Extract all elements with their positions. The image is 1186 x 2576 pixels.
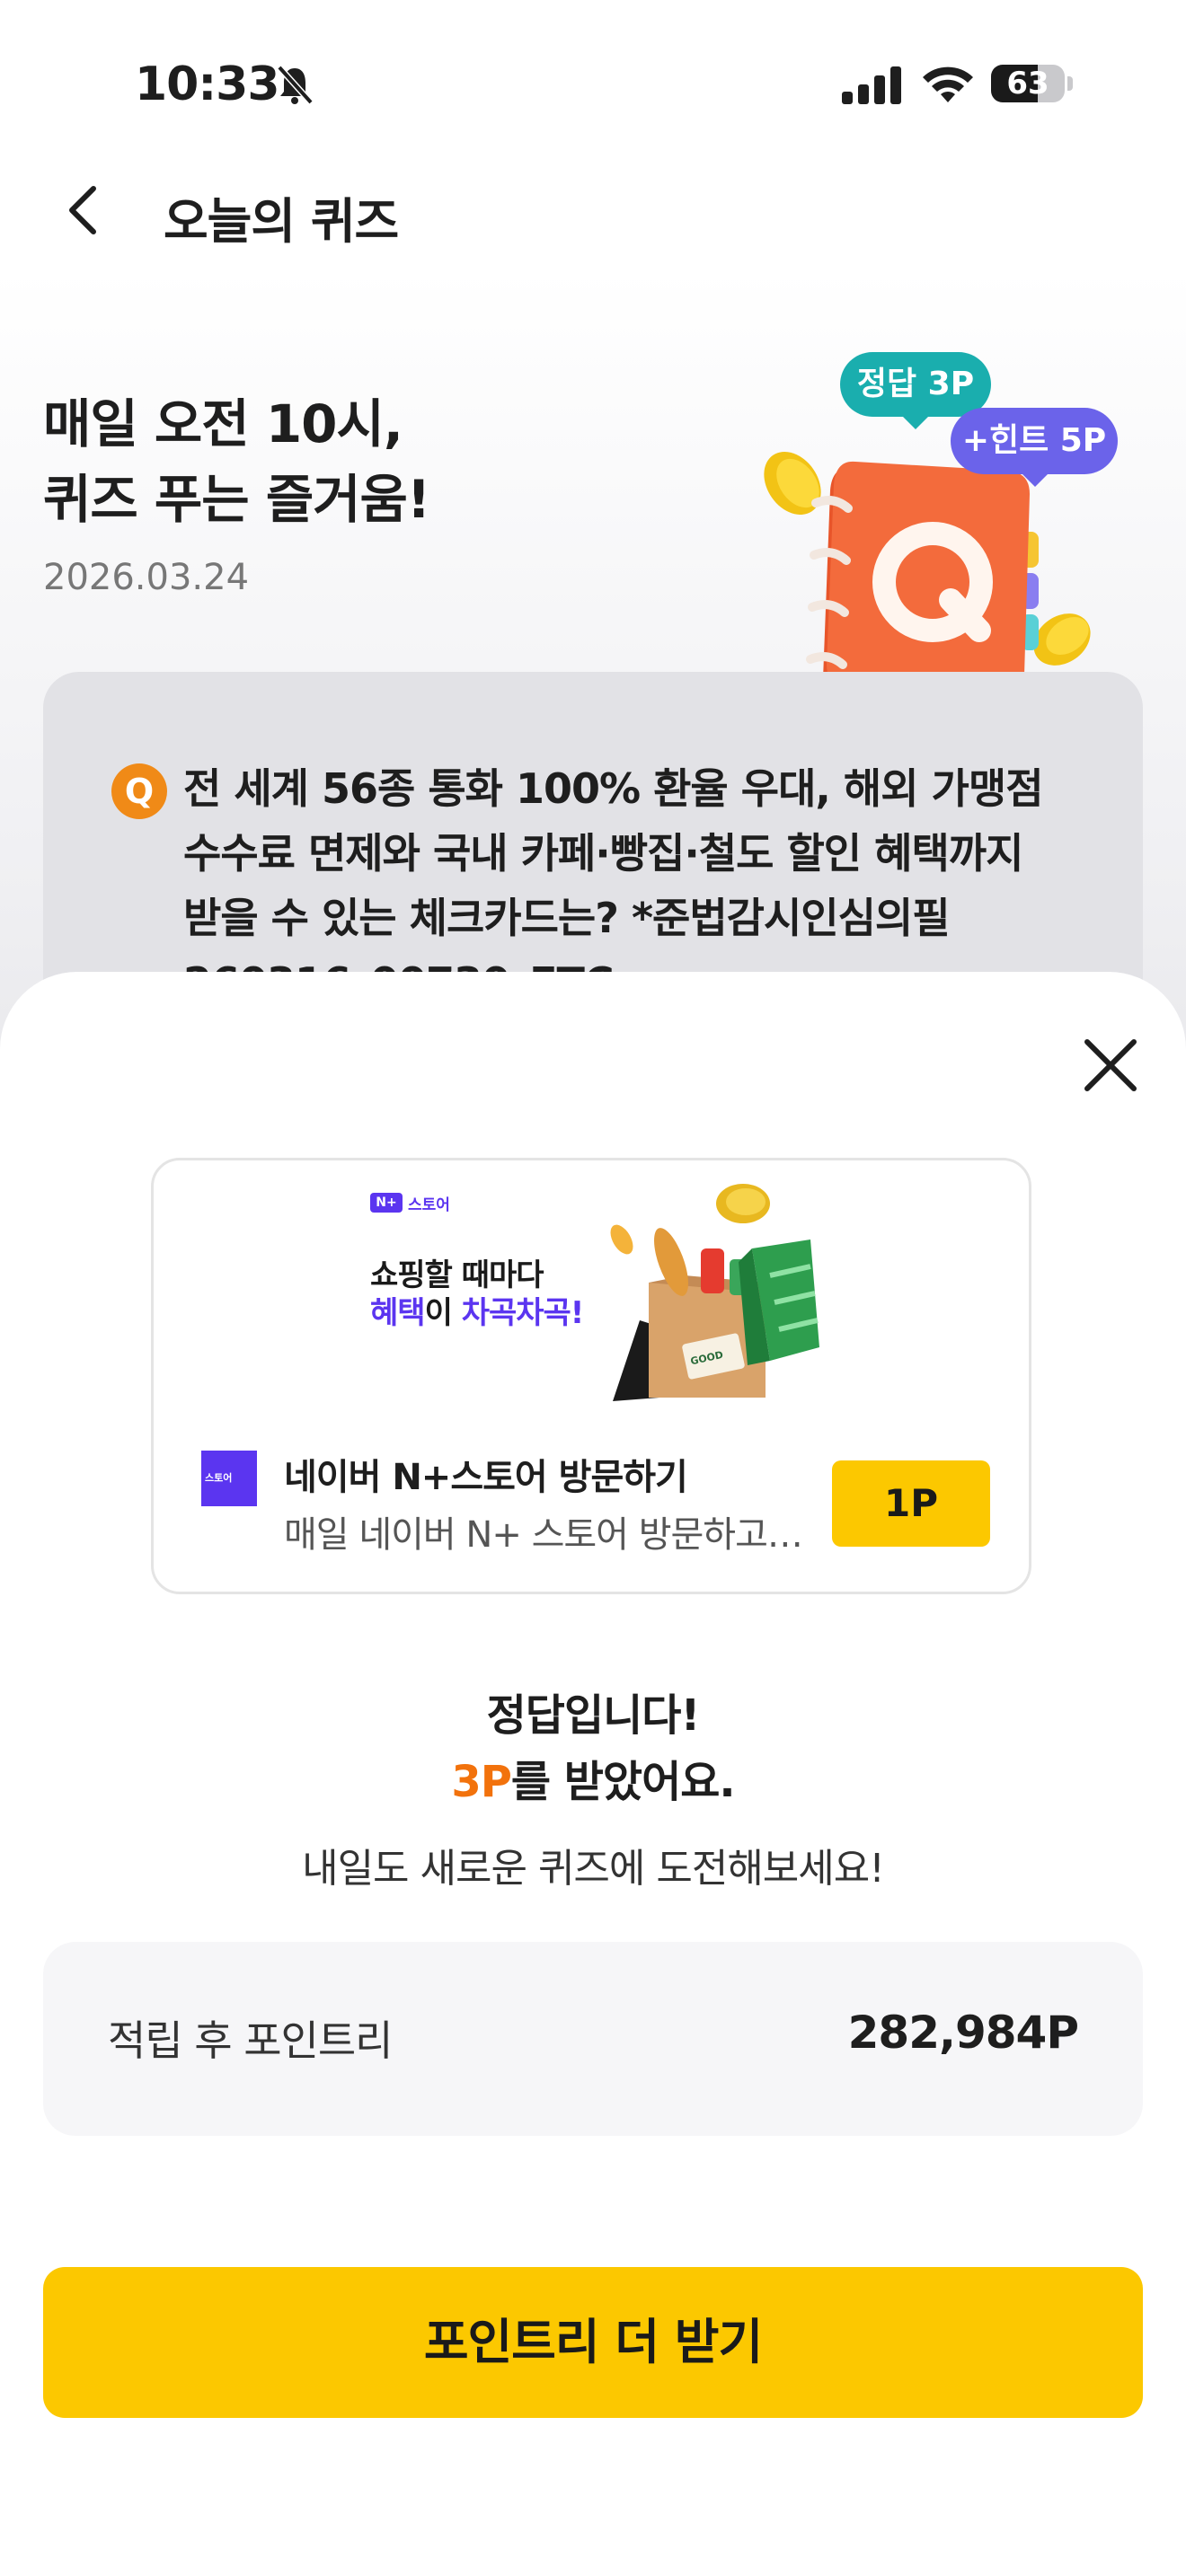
hint-points-bubble: +힌트 5P — [951, 408, 1118, 487]
answer-points-bubble: 정답 3P — [840, 352, 991, 429]
naver-nplus-store-logo: N+ 스토어 — [370, 1193, 450, 1214]
battery-icon: 63 — [991, 63, 1074, 106]
shopping-bag-illustration: GOOD — [610, 1184, 819, 1401]
bell-muted-icon — [277, 65, 314, 105]
ad-thumbnail: 스토어 — [201, 1451, 257, 1506]
ad-title: 네이버 N+스토어 방문하기 — [284, 1457, 688, 1498]
battery-percent: 63 — [1006, 66, 1049, 101]
result-title: 정답입니다! — [486, 1690, 701, 1741]
cellular-signal-icon — [842, 66, 901, 104]
ad-headline-line2: 혜택이 차곡차곡! — [370, 1295, 584, 1331]
earn-more-points-button[interactable]: 포인트리 더 받기 — [43, 2267, 1143, 2418]
wifi-icon — [923, 66, 973, 102]
question-badge: Q — [111, 763, 167, 819]
earned-points: 3P — [451, 1757, 512, 1807]
question-line3: 받을 수 있는 체크카드는? *준법감시인심의필 — [183, 894, 951, 942]
result-points-earned: 3P를 받았어요. — [451, 1757, 735, 1807]
back-chevron-icon[interactable] — [65, 183, 101, 237]
hero-title-line1: 매일 오전 10시, — [43, 393, 403, 454]
hero-title-line2: 퀴즈 푸는 즐거움! — [43, 469, 430, 530]
point-balance-label: 적립 후 포인트리 — [108, 2016, 393, 2065]
question-line2: 수수료 면제와 국내 카페·빵집·철도 할인 혜택까지 — [183, 829, 1023, 878]
close-icon[interactable] — [1078, 1033, 1143, 1098]
quiz-date: 2026.03.24 — [43, 557, 250, 598]
point-balance-value: 282,984P — [847, 2007, 1079, 2059]
result-subtitle: 내일도 새로운 퀴즈에 도전해보세요! — [302, 1846, 885, 1892]
status-time: 10:33 — [135, 57, 280, 111]
ad-description: 매일 네이버 N+ 스토어 방문하고 포인트 받기 — [284, 1514, 805, 1556]
page-title: 오늘의 퀴즈 — [164, 193, 399, 250]
ad-reward-button[interactable]: 1P — [832, 1460, 990, 1547]
question-line1: 전 세계 56종 통화 100% 환율 우대, 해외 가맹점 — [183, 764, 1044, 813]
hero-title: 매일 오전 10시, 퀴즈 푸는 즐거움! — [43, 386, 430, 537]
ad-logo-text: 스토어 — [408, 1195, 450, 1214]
